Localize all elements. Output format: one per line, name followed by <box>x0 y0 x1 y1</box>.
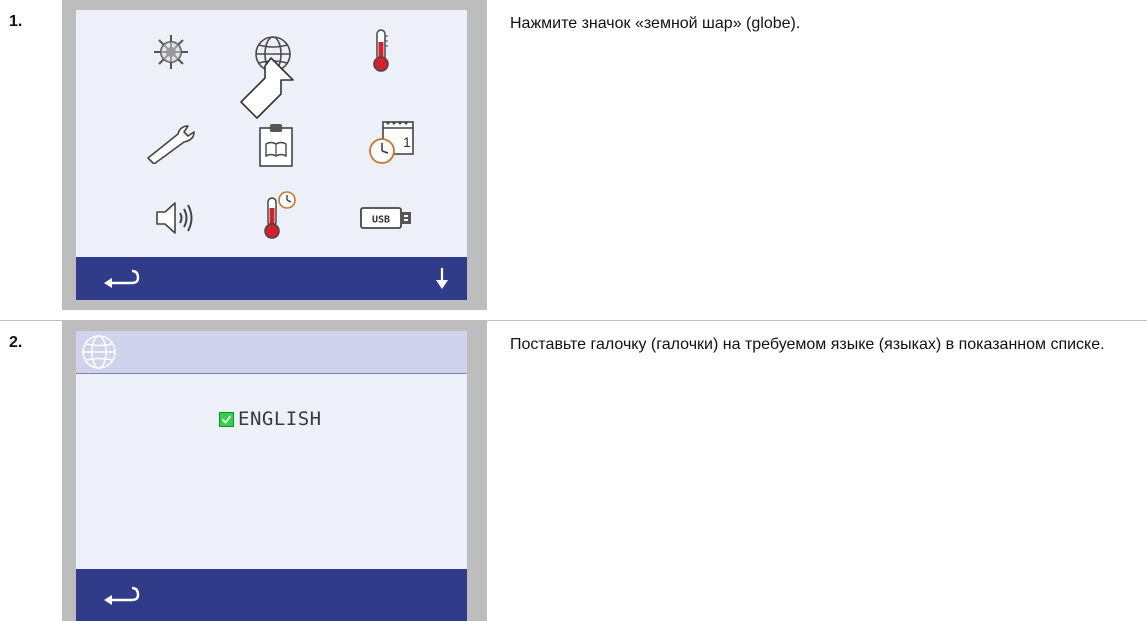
scroll-down-arrow-icon[interactable] <box>435 268 449 290</box>
back-arrow-icon[interactable] <box>102 586 140 606</box>
speaker-icon[interactable] <box>153 197 197 239</box>
language-checkbox[interactable] <box>219 411 234 427</box>
back-arrow-icon[interactable] <box>102 269 140 289</box>
language-select-screen: ENGLISH <box>76 331 467 621</box>
step-2-number: 2. <box>9 334 23 351</box>
language-option-english[interactable]: ENGLISH <box>219 408 322 430</box>
step-1-instruction: Нажмите значок «земной шар» (globe). <box>510 15 801 32</box>
clipboard-book-icon[interactable] <box>256 122 296 168</box>
bottom-nav-bar <box>76 569 467 621</box>
usb-icon[interactable]: USB <box>359 206 415 230</box>
thermometer-clock-icon[interactable] <box>262 190 298 240</box>
step-2-instruction: Поставьте галочку (галочки) на требуемом… <box>510 336 1105 353</box>
step-1-number: 1. <box>9 13 23 30</box>
settings-wheel-icon[interactable] <box>152 33 190 71</box>
calendar-day-label: 1 <box>403 134 411 150</box>
hand-pointer-arrow-icon <box>231 54 297 120</box>
calendar-clock-icon[interactable]: 1 <box>367 118 417 166</box>
step-2-screenshot-frame: ENGLISH <box>62 321 487 621</box>
usb-label: USB <box>372 215 390 226</box>
step-1-screenshot-frame: 1 USB <box>62 0 487 310</box>
device-menu-screen: 1 USB <box>76 10 467 300</box>
screen-header <box>76 331 467 374</box>
globe-icon <box>80 333 118 371</box>
language-label: ENGLISH <box>238 408 322 430</box>
bottom-nav-bar <box>76 257 467 300</box>
thermometer-icon[interactable] <box>371 28 391 72</box>
wrench-icon[interactable] <box>144 122 196 164</box>
